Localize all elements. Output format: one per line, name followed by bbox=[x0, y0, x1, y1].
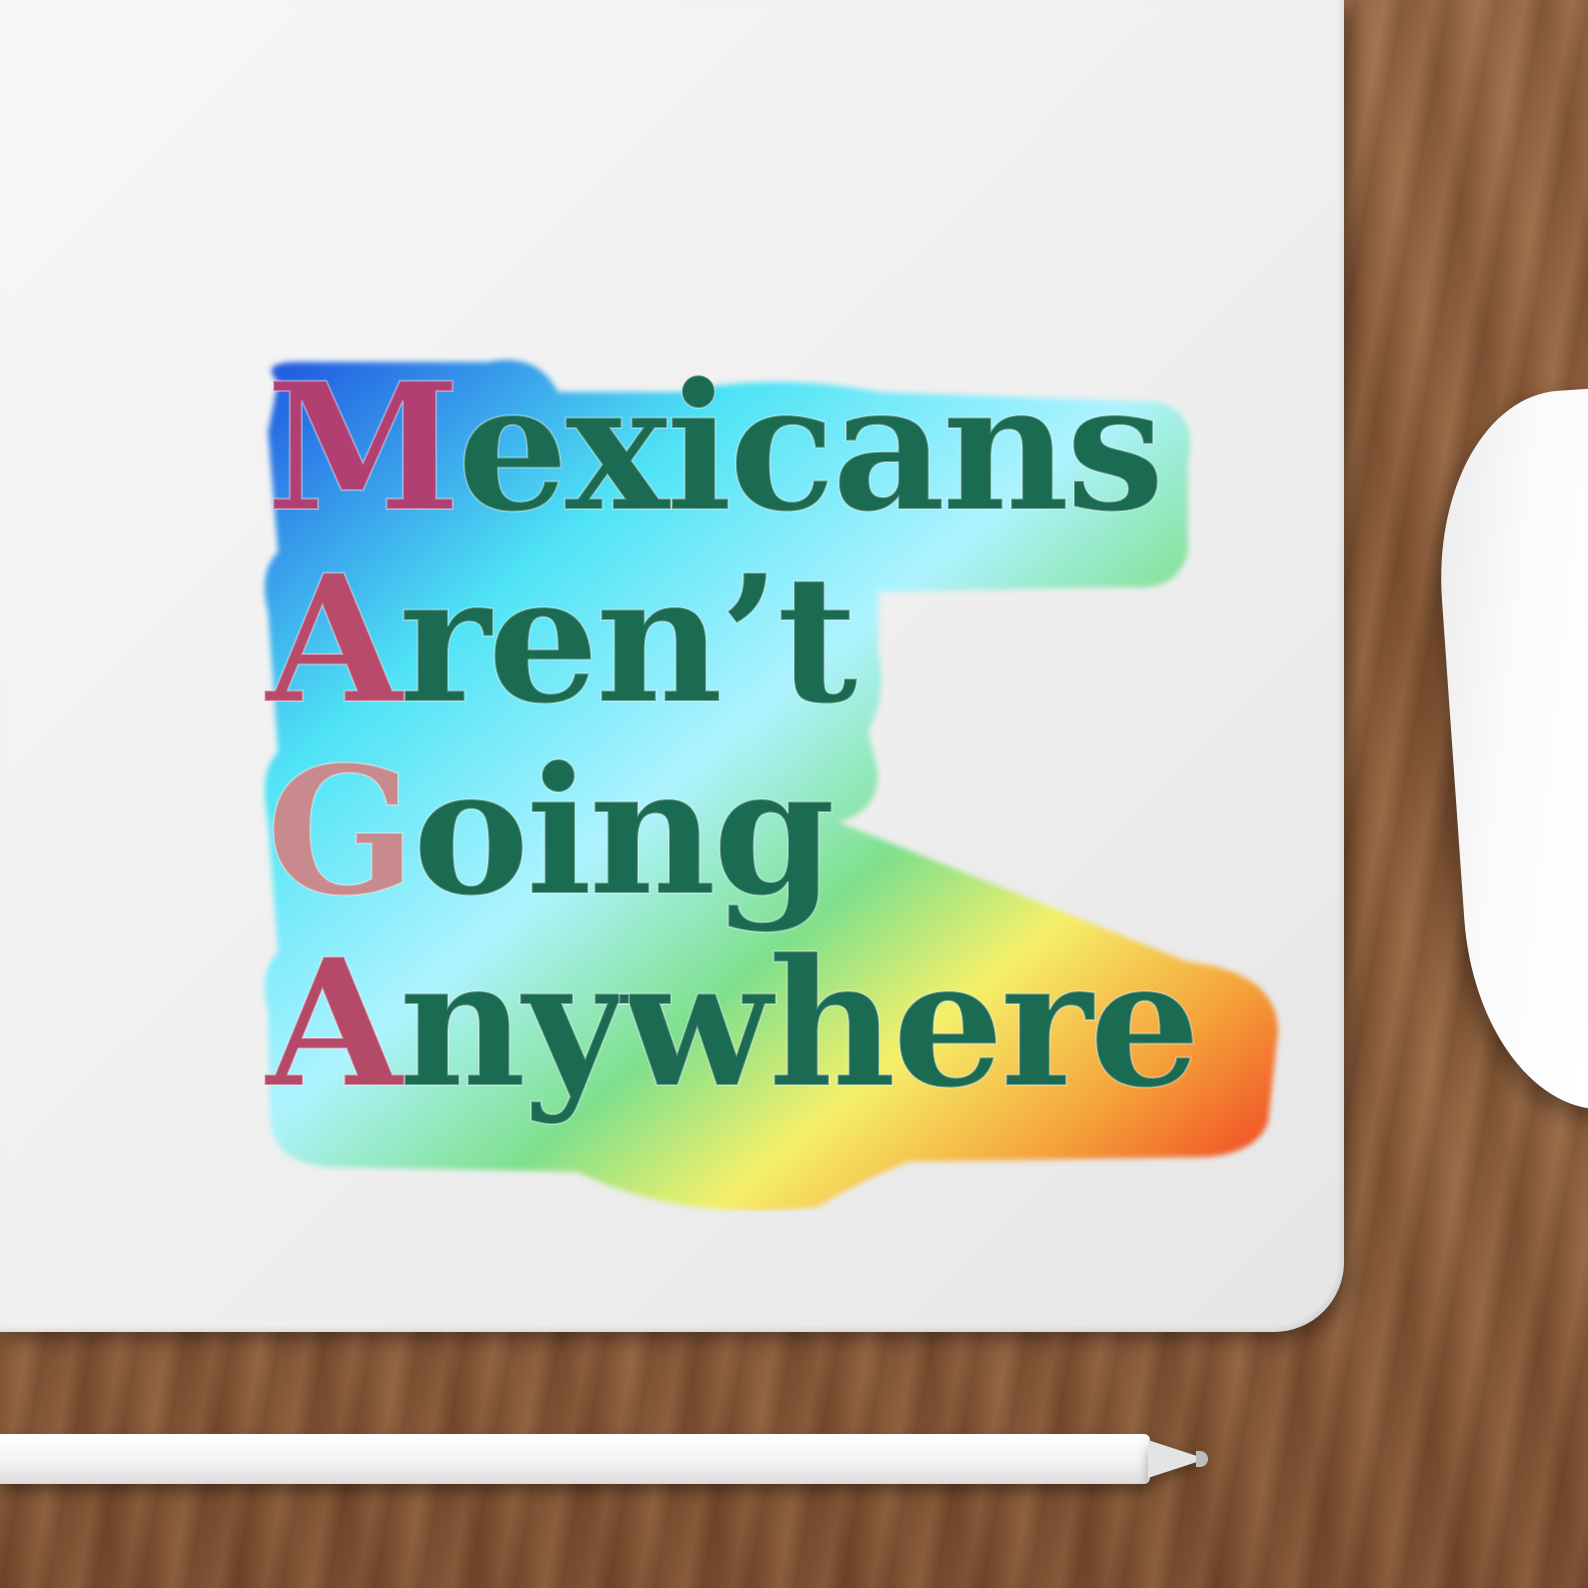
initial-letter: G bbox=[265, 728, 417, 935]
sticker-text: Mexicans Aren’t Going Anywhere bbox=[265, 351, 1202, 1121]
sticker-line-2: Aren’t bbox=[265, 543, 1197, 737]
line-rest: nywhere bbox=[398, 920, 1202, 1127]
line-rest: oing bbox=[411, 728, 836, 935]
stylus-pencil bbox=[0, 1434, 1150, 1484]
initial-letter: A bbox=[265, 536, 404, 743]
holographic-sticker: Mexicans Aren’t Going Anywhere bbox=[258, 351, 1288, 1212]
initial-letter: A bbox=[265, 920, 404, 1127]
line-rest: ren’t bbox=[398, 536, 859, 743]
sticker-line-1: Mexicans bbox=[265, 351, 1197, 545]
line-rest: exicans bbox=[456, 344, 1166, 551]
sticker-line-3: Going bbox=[265, 735, 1197, 929]
sticker-line-4: Anywhere bbox=[265, 927, 1202, 1121]
initial-letter: M bbox=[265, 344, 462, 551]
